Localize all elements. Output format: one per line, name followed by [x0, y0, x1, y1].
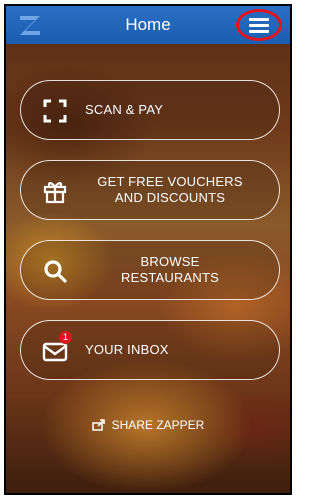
- free-vouchers-label-line1: GET FREE VOUCHERS: [97, 174, 243, 189]
- scan-and-pay-button[interactable]: SCAN & PAY: [20, 80, 280, 140]
- browse-restaurants-button[interactable]: BROWSE RESTAURANTS: [20, 240, 280, 300]
- search-icon: [44, 260, 67, 283]
- share-icon: [91, 419, 105, 431]
- share-zapper-label: SHARE ZAPPER: [111, 418, 205, 432]
- scan-and-pay-label: SCAN & PAY: [85, 102, 164, 117]
- inbox-label: YOUR INBOX: [85, 342, 169, 357]
- top-bar: Home: [6, 6, 290, 44]
- free-vouchers-label-line2: AND DISCOUNTS: [114, 190, 226, 205]
- menu-button[interactable]: [236, 9, 282, 41]
- free-vouchers-label: GET FREE VOUCHERS AND DISCOUNTS: [81, 161, 259, 219]
- gift-icon: [43, 182, 67, 204]
- inbox-button[interactable]: 1 YOUR INBOX: [20, 320, 280, 380]
- free-vouchers-button[interactable]: GET FREE VOUCHERS AND DISCOUNTS: [20, 160, 280, 220]
- scan-frame-icon: [43, 99, 67, 123]
- inbox-badge: 1: [59, 331, 72, 344]
- share-zapper-link[interactable]: SHARE ZAPPER: [6, 418, 290, 432]
- browse-restaurants-label: BROWSE RESTAURANTS: [81, 241, 259, 299]
- browse-restaurants-label-line1: BROWSE: [140, 254, 200, 269]
- app-screen: Home SCAN & PAY GET FREE VOUCHERS AND DI…: [4, 4, 292, 495]
- hamburger-icon: [249, 15, 269, 36]
- browse-restaurants-label-line2: RESTAURANTS: [120, 270, 220, 285]
